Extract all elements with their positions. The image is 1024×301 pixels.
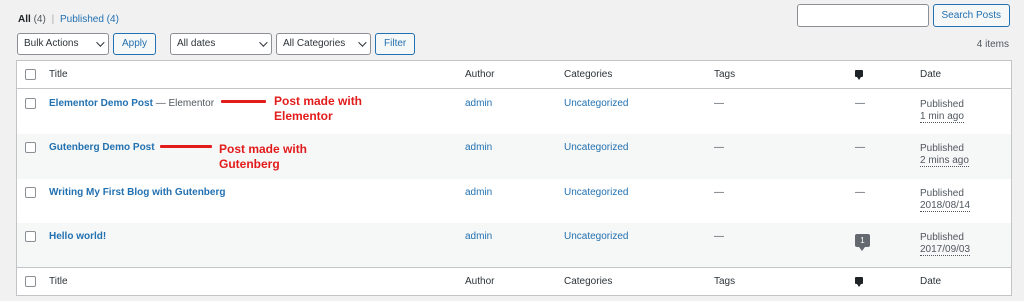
bulk-actions-select[interactable]: Bulk Actions: [17, 33, 109, 55]
date-cell: Published 1 min ago: [920, 98, 964, 123]
date-status: Published: [920, 99, 964, 110]
column-tags: Tags: [714, 276, 736, 287]
date-cell: Published 2018/08/14: [920, 187, 971, 212]
date-value: 1 min ago: [920, 111, 964, 123]
column-title-sort[interactable]: Title: [49, 276, 68, 287]
chevron-down-icon: [358, 38, 367, 47]
annotation-gutenberg: Post made with Gutenberg: [219, 142, 308, 171]
post-title-link[interactable]: Elementor Demo Post: [49, 98, 153, 109]
tags-cell: —: [714, 187, 724, 198]
date-value: 2018/08/14: [920, 200, 971, 212]
title-cell: Gutenberg Demo Post: [49, 142, 155, 153]
row-checkbox[interactable]: [25, 142, 36, 153]
categories-filter-select[interactable]: All Categories: [276, 33, 372, 55]
comments-cell: —: [855, 142, 865, 153]
date-status: Published: [920, 188, 964, 199]
post-title-link[interactable]: Hello world!: [49, 231, 106, 242]
column-categories: Categories: [564, 276, 613, 287]
apply-button[interactable]: Apply: [113, 33, 157, 55]
date-value: 2017/09/03: [920, 244, 971, 256]
table-row: Elementor Demo Post — Elementor admin Un…: [17, 90, 1011, 135]
row-checkbox[interactable]: [25, 187, 36, 198]
annotation-elementor: Post made with Elementor: [274, 94, 363, 123]
items-count: 4 items: [976, 39, 1009, 50]
column-comments: [855, 69, 863, 80]
column-comments: [855, 276, 863, 287]
filter-button[interactable]: Filter: [375, 33, 416, 55]
post-title-link[interactable]: Writing My First Blog with Gutenberg: [49, 187, 225, 198]
author-link[interactable]: admin: [465, 231, 492, 242]
chevron-down-icon: [96, 38, 105, 47]
category-link[interactable]: Uncategorized: [564, 231, 628, 242]
view-all-link[interactable]: All (4): [18, 14, 46, 25]
search-posts-button[interactable]: Search Posts: [932, 4, 1010, 27]
view-separator: |: [51, 14, 55, 25]
comments-cell: —: [855, 98, 865, 109]
author-link[interactable]: admin: [465, 187, 492, 198]
date-value: 2 mins ago: [920, 155, 969, 167]
table-nav-top: Bulk Actions Apply All dates All Categor…: [17, 33, 416, 55]
category-link[interactable]: Uncategorized: [564, 142, 628, 153]
tags-cell: —: [714, 98, 724, 109]
category-link[interactable]: Uncategorized: [564, 187, 628, 198]
dates-filter-select[interactable]: All dates: [170, 33, 273, 55]
row-checkbox[interactable]: [25, 231, 36, 242]
annotation-arrow-gutenberg: [160, 145, 212, 148]
author-link[interactable]: admin: [465, 98, 492, 109]
title-cell: Writing My First Blog with Gutenberg: [49, 187, 225, 198]
column-title-sort[interactable]: Title: [49, 69, 68, 80]
comments-cell: —: [855, 187, 865, 198]
date-cell: Published 2 mins ago: [920, 142, 969, 167]
column-categories: Categories: [564, 69, 613, 80]
row-checkbox[interactable]: [25, 98, 36, 109]
category-link[interactable]: Uncategorized: [564, 98, 628, 109]
date-cell: Published 2017/09/03: [920, 231, 971, 256]
title-cell: Hello world!: [49, 231, 106, 242]
table-row: Hello world! admin Uncategorized — 1 Pub…: [17, 223, 1011, 267]
select-all-checkbox[interactable]: [25, 276, 36, 287]
date-status: Published: [920, 143, 964, 154]
table-header-row: Title Author Categories Tags Date: [17, 61, 1011, 89]
column-tags: Tags: [714, 69, 736, 80]
column-date-sort[interactable]: Date: [920, 276, 941, 287]
tags-cell: —: [714, 142, 724, 153]
posts-table: Title Author Categories Tags Date Elemen…: [16, 60, 1012, 296]
column-author: Author: [465, 276, 495, 287]
comment-bubble-icon: [855, 277, 863, 287]
chevron-down-icon: [259, 38, 268, 47]
post-status-views: All (4) | Published (4): [18, 14, 119, 25]
search-box: Search Posts: [796, 4, 1010, 27]
table-row: Gutenberg Demo Post admin Uncategorized …: [17, 134, 1011, 179]
annotation-arrow-elementor: [221, 100, 266, 103]
table-row: Writing My First Blog with Gutenberg adm…: [17, 179, 1011, 223]
select-all-checkbox[interactable]: [25, 69, 36, 80]
view-published-link[interactable]: Published (4): [60, 14, 119, 25]
comment-bubble-icon: [855, 70, 863, 80]
comments-cell: 1: [855, 234, 870, 251]
table-footer-row: Title Author Categories Tags Date: [17, 267, 1011, 295]
date-status: Published: [920, 232, 964, 243]
post-title-link[interactable]: Gutenberg Demo Post: [49, 142, 155, 153]
column-date-sort[interactable]: Date: [920, 69, 941, 80]
tags-cell: —: [714, 231, 724, 242]
title-cell: Elementor Demo Post — Elementor: [49, 98, 214, 109]
column-author: Author: [465, 69, 495, 80]
comment-count-badge[interactable]: 1: [855, 234, 870, 251]
search-input[interactable]: [796, 4, 929, 27]
post-state: — Elementor: [152, 98, 215, 109]
author-link[interactable]: admin: [465, 142, 492, 153]
